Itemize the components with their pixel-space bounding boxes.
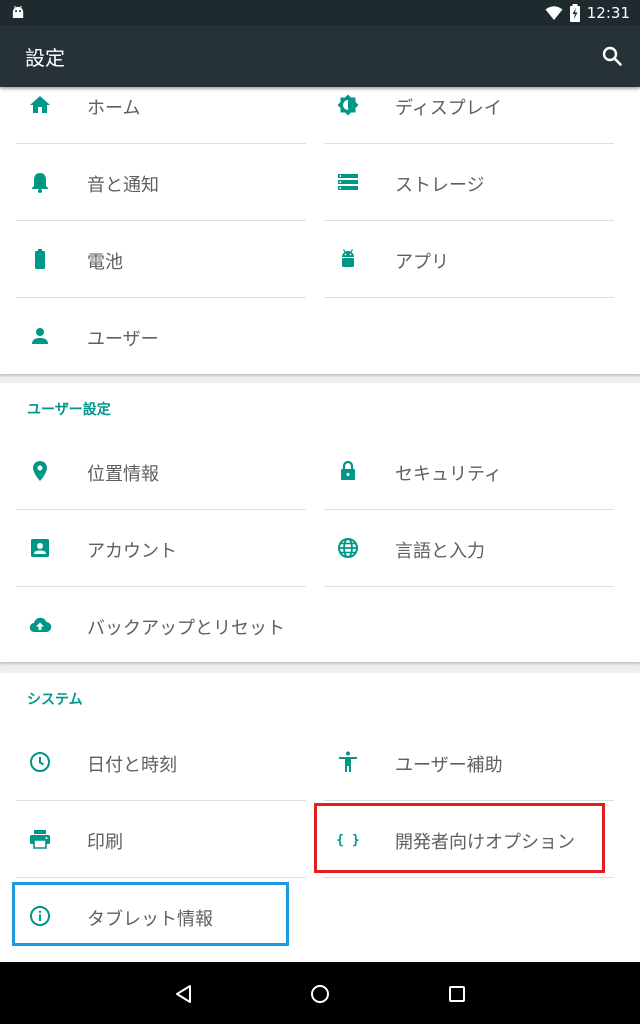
settings-item-printing[interactable]: 印刷 xyxy=(16,801,306,878)
settings-item-users[interactable]: ユーザー xyxy=(16,298,306,375)
home-circle-icon[interactable] xyxy=(308,982,332,1006)
section-header: ユーザー設定 xyxy=(27,402,111,418)
settings-item-label: 位置情報 xyxy=(87,464,159,485)
search-icon[interactable] xyxy=(600,44,624,68)
settings-item-sound[interactable]: 音と通知 xyxy=(16,144,306,221)
printer-icon xyxy=(30,830,50,849)
location-pin-icon xyxy=(33,461,47,481)
settings-item-label: 日付と時刻 xyxy=(87,755,177,776)
settings-item-label: ホーム xyxy=(87,98,141,119)
settings-item-label: アカウント xyxy=(87,541,177,562)
back-icon[interactable] xyxy=(172,982,196,1006)
settings-item-battery[interactable]: 電池 xyxy=(16,221,306,298)
person-icon xyxy=(32,328,48,344)
settings-item-label: ディスプレイ xyxy=(395,98,502,119)
settings-item-apps[interactable]: アプリ xyxy=(324,221,614,298)
storage-icon xyxy=(338,174,358,190)
settings-item-label: 言語と入力 xyxy=(395,541,485,562)
settings-item-about-tablet[interactable]: タブレット情報 xyxy=(16,878,306,955)
settings-list[interactable]: ホーム ディスプレイ 音と通知 ストレージ 電池 アプリ ユーザー ユーザー設定… xyxy=(0,87,640,962)
settings-item-language[interactable]: 言語と入力 xyxy=(324,510,614,587)
settings-item-storage[interactable]: ストレージ xyxy=(324,144,614,221)
svg-text:{ }: { } xyxy=(336,833,359,848)
settings-item-label: バックアップとリセット xyxy=(87,618,285,639)
settings-item-label: ユーザー補助 xyxy=(395,755,503,776)
braces-icon: { } xyxy=(336,833,359,848)
wifi-icon xyxy=(545,6,563,20)
settings-item-label: タブレット情報 xyxy=(87,909,213,930)
page-title: 設定 xyxy=(25,46,65,70)
settings-item-security[interactable]: セキュリティ xyxy=(324,433,614,510)
settings-item-label: セキュリティ xyxy=(395,464,502,485)
section-header: システム xyxy=(27,692,83,708)
system-section: システム 日付と時刻 ユーザー補助 印刷 { } 開発者向けオプション タブレッ… xyxy=(0,673,640,962)
status-icons: 12:31 xyxy=(545,2,630,24)
settings-item-home[interactable]: ホーム xyxy=(16,87,306,144)
settings-item-label: アプリ xyxy=(395,252,449,273)
settings-item-date-time[interactable]: 日付と時刻 xyxy=(16,724,306,801)
settings-item-label: 電池 xyxy=(87,252,123,273)
settings-item-label: ストレージ xyxy=(395,175,485,196)
accessibility-icon xyxy=(339,751,357,772)
settings-item-backup[interactable]: バックアップとリセット xyxy=(16,587,306,664)
settings-item-display[interactable]: ディスプレイ xyxy=(324,87,614,144)
info-icon xyxy=(30,906,50,926)
cloud-upload-icon xyxy=(29,617,52,633)
android-icon xyxy=(342,249,354,267)
android-notification-icon xyxy=(12,5,24,18)
globe-icon xyxy=(338,538,358,558)
clock-time: 12:31 xyxy=(586,4,630,22)
settings-item-label: ユーザー xyxy=(87,329,159,350)
settings-item-label: 印刷 xyxy=(87,832,123,853)
settings-item-label: 音と通知 xyxy=(87,175,159,196)
settings-item-label: 開発者向けオプション xyxy=(395,832,575,853)
home-icon xyxy=(30,96,50,113)
lock-icon xyxy=(341,460,355,480)
settings-screen: 12:31 設定 ホーム ディスプレイ 音と通知 ストレージ 電池 アプリ ユー… xyxy=(0,0,640,1024)
battery-charging-icon xyxy=(569,4,580,22)
settings-item-location[interactable]: 位置情報 xyxy=(16,433,306,510)
bell-icon xyxy=(32,173,48,193)
settings-item-accessibility[interactable]: ユーザー補助 xyxy=(324,724,614,801)
user-settings-section: ユーザー設定 位置情報 セキュリティ アカウント 言語と入力 バックアップとリセ… xyxy=(0,383,640,662)
settings-item-accounts[interactable]: アカウント xyxy=(16,510,306,587)
clock-icon xyxy=(30,752,50,772)
brightness-icon xyxy=(337,94,359,116)
settings-item-developer-options[interactable]: { } 開発者向けオプション xyxy=(324,801,614,878)
status-bar: 12:31 xyxy=(0,0,640,25)
recents-icon[interactable] xyxy=(445,982,469,1006)
battery-icon xyxy=(35,249,45,269)
app-toolbar: 設定 xyxy=(0,25,640,87)
device-section: ホーム ディスプレイ 音と通知 ストレージ 電池 アプリ ユーザー xyxy=(0,87,640,374)
navigation-bar xyxy=(0,962,640,1024)
account-box-icon xyxy=(31,539,49,557)
